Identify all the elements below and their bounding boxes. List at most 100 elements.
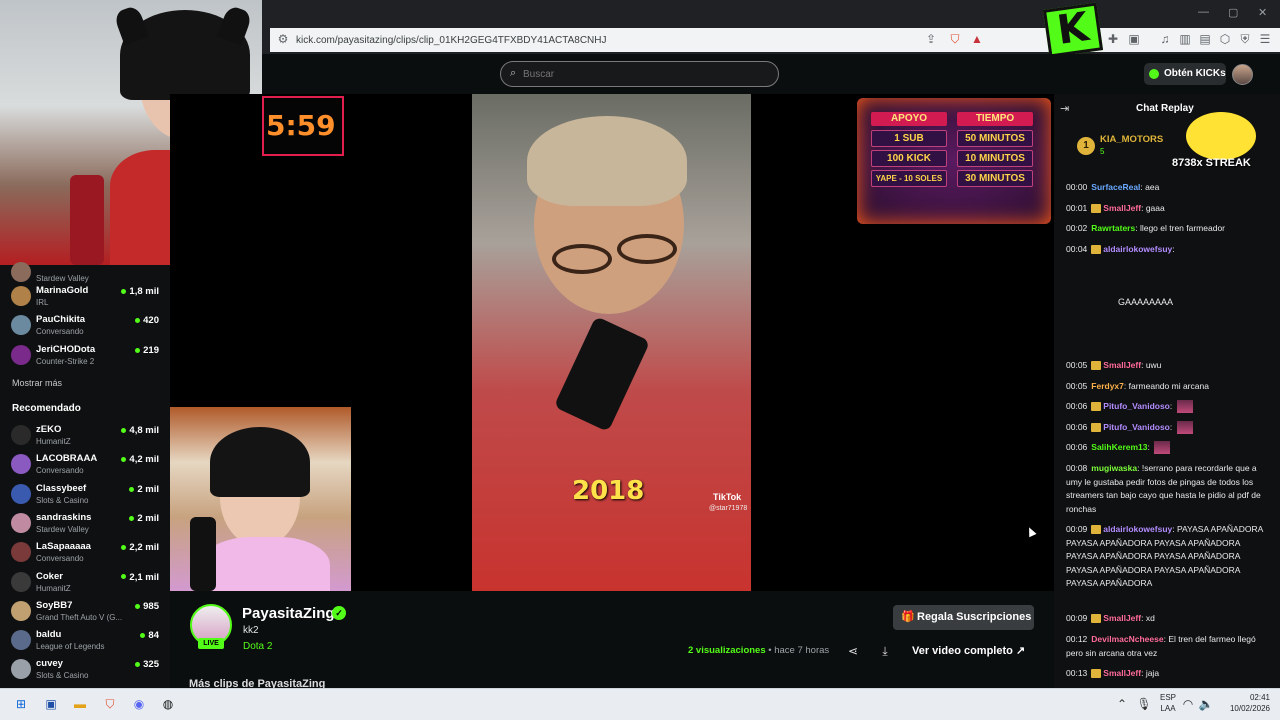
language-indicator[interactable]: ESP LAA (1158, 692, 1178, 714)
sidebar-icon[interactable]: ▥ (1178, 32, 1192, 46)
sidebar-channel[interactable]: zEKO HumanitZ 4,8 mil (8, 422, 163, 450)
clip-title: kk2 (243, 625, 259, 636)
tray-chevron-icon[interactable]: ⌃ (1112, 694, 1132, 714)
channel-category: Stardew Valley (36, 524, 89, 534)
channel-avatar (11, 600, 31, 621)
chat-username[interactable]: SmallJeff (1103, 360, 1141, 370)
chat-username[interactable]: aldairlokowefsuy (1103, 524, 1172, 534)
search-input[interactable] (523, 66, 763, 82)
close-icon[interactable]: ✕ (1258, 6, 1267, 19)
brave-shield-icon[interactable]: ⛉ (948, 32, 962, 46)
channel-avatar (11, 542, 31, 563)
discord-icon[interactable]: ◉ (129, 694, 149, 714)
sidebar-channel[interactable]: LACOBRAAA Conversando 4,2 mil (8, 451, 163, 479)
chat-username[interactable]: SalihKerem13 (1091, 442, 1147, 452)
clip-stats: 2 visualizaciones • hace 7 horas (688, 645, 829, 656)
sidebar-channel[interactable]: Coker HumanitZ 2,1 mil (8, 569, 163, 597)
channel-avatar (11, 454, 31, 475)
sidebar-channel[interactable]: PauChikita Conversando 420 (8, 312, 163, 340)
wallet-icon[interactable]: ▣ (1127, 32, 1141, 46)
chat-message: 00:04 aldairlokowefsuy: (1066, 244, 1175, 255)
streamer-name[interactable]: PayasitaZing (242, 605, 335, 622)
get-kicks-button[interactable]: Obtén KICKs (1144, 63, 1226, 85)
chat-username[interactable]: SmallJeff (1103, 203, 1141, 213)
media-icon[interactable]: ♫ (1158, 32, 1172, 46)
gift-icon: 🎁 (901, 611, 915, 623)
share-icon[interactable]: ⋖ (845, 643, 861, 659)
sidebar-channel[interactable]: LaSapaaaaa Conversando 2,2 mil (8, 539, 163, 567)
brave-browser-icon[interactable]: ⛉ (100, 694, 120, 714)
search-box[interactable]: ⌕ (500, 61, 779, 87)
chat-username[interactable]: Pitufo_Vanidoso (1103, 401, 1170, 411)
lang-bottom: LAA (1160, 704, 1176, 713)
secondary-webcam (170, 407, 351, 591)
collapse-chat-icon[interactable]: ⇥ (1060, 102, 1069, 115)
price-row-3-support: YAPE - 10 SOLES (871, 170, 947, 187)
chat-username[interactable]: Pitufo_Vanidoso (1103, 422, 1170, 432)
system-clock[interactable]: 02:41 10/02/2026 (1224, 692, 1270, 714)
channel-name: PauChikita (36, 314, 86, 325)
channel-category: IRL (36, 298, 49, 307)
file-explorer-icon[interactable]: ▬ (70, 694, 90, 714)
chat-username[interactable]: Ferdyx7 (1091, 381, 1124, 391)
volume-icon[interactable]: 🔈 (1196, 694, 1216, 714)
sidebar-channel[interactable]: Classybeef Slots & Casino 2 mil (8, 481, 163, 509)
url-text[interactable]: kick.com/payasitazing/clips/clip_01KH2GE… (296, 35, 606, 46)
price-row-2-support: 100 KICK (871, 150, 947, 167)
full-video-button[interactable]: Ver video completo ↗ (903, 638, 1036, 664)
chat-username[interactable]: Rawrtaters (1091, 223, 1135, 233)
chat-username[interactable]: SurfaceReal (1091, 182, 1140, 192)
clip-category[interactable]: Dota 2 (243, 641, 272, 652)
taskbar (0, 688, 1280, 720)
sidebar-channel[interactable]: MarinaGold IRL 1,8 mil (8, 283, 163, 311)
channel-category: Grand Theft Auto V (G... (36, 612, 123, 622)
gift-subs-button[interactable]: 🎁 Regala Suscripciones (893, 605, 1034, 630)
video-frame[interactable] (472, 94, 751, 591)
tab-icon[interactable]: ▤ (1198, 32, 1212, 46)
chat-text: farmeando mi arcana (1128, 381, 1209, 391)
vpn-icon[interactable]: ⬡ (1218, 32, 1232, 46)
extensions-icon[interactable]: ✚ (1106, 32, 1120, 46)
chat-username[interactable]: SmallJeff (1103, 668, 1141, 678)
obs-icon[interactable]: ◍ (158, 694, 178, 714)
price-header-support: APOYO (871, 112, 947, 126)
chat-username[interactable]: aldairlokowefsuy (1103, 244, 1172, 254)
pinned-user-name[interactable]: KIA_MOTORS (1100, 134, 1163, 145)
share-icon[interactable]: ⇪ (924, 32, 938, 46)
maximize-icon[interactable]: ▢ (1228, 6, 1238, 19)
get-kicks-label: Obtén KICKs (1164, 68, 1226, 79)
sidebar-channel[interactable]: JeriCHODota Counter-Strike 2 219 (8, 342, 163, 370)
rewards-icon[interactable]: ▲ (970, 32, 984, 46)
sidebar-channel[interactable]: baldu League of Legends 84 (8, 627, 163, 655)
channel-viewers: 2,1 mil (121, 572, 159, 583)
channel-category: Stardew Valley (36, 274, 89, 283)
user-avatar[interactable] (1232, 64, 1253, 85)
channel-avatar (11, 483, 31, 504)
chat-message: 00:09 SmallJeff: xd (1066, 613, 1155, 624)
windows-start-icon[interactable]: ⊞ (11, 694, 31, 714)
site-settings-icon[interactable]: ⚙ (276, 32, 290, 46)
subscriber-badge-icon (1091, 614, 1102, 624)
microphone-icon[interactable]: 🎙 (1134, 694, 1154, 714)
chat-emote (1176, 421, 1193, 435)
clock-time: 02:41 (1249, 693, 1270, 702)
wifi-icon[interactable]: ◠ (1178, 694, 1198, 714)
chat-username[interactable]: DevilmacNcheese (1091, 634, 1163, 644)
download-icon[interactable]: ⤓ (877, 643, 893, 659)
show-more-link[interactable]: Mostrar más (12, 378, 62, 388)
pinned-sub-count: 5 (1100, 147, 1105, 156)
chat-username[interactable]: SmallJeff (1103, 613, 1141, 623)
menu-icon[interactable]: ☰ (1258, 32, 1272, 46)
sidebar-channel[interactable]: sandraskins Stardew Valley 2 mil (8, 510, 163, 538)
sidebar-channel[interactable]: cuvey Slots & Casino 325 (8, 656, 163, 684)
task-view-icon[interactable]: ▣ (41, 694, 61, 714)
chat-message: 00:12 DevilmacNcheese: El tren del farmeo… (1066, 634, 1256, 658)
sidebar-channel[interactable]: SoyBB7 Grand Theft Auto V (G... 985 (8, 598, 163, 626)
channel-viewers: 4,8 mil (121, 425, 159, 436)
channel-avatar (11, 659, 31, 680)
recommended-title: Recomendado (12, 403, 81, 414)
kicks-icon (1149, 69, 1159, 79)
minimize-icon[interactable]: — (1198, 6, 1209, 18)
shield-icon[interactable]: ⛨ (1238, 32, 1252, 46)
chat-username[interactable]: mugiwaska (1091, 463, 1137, 473)
